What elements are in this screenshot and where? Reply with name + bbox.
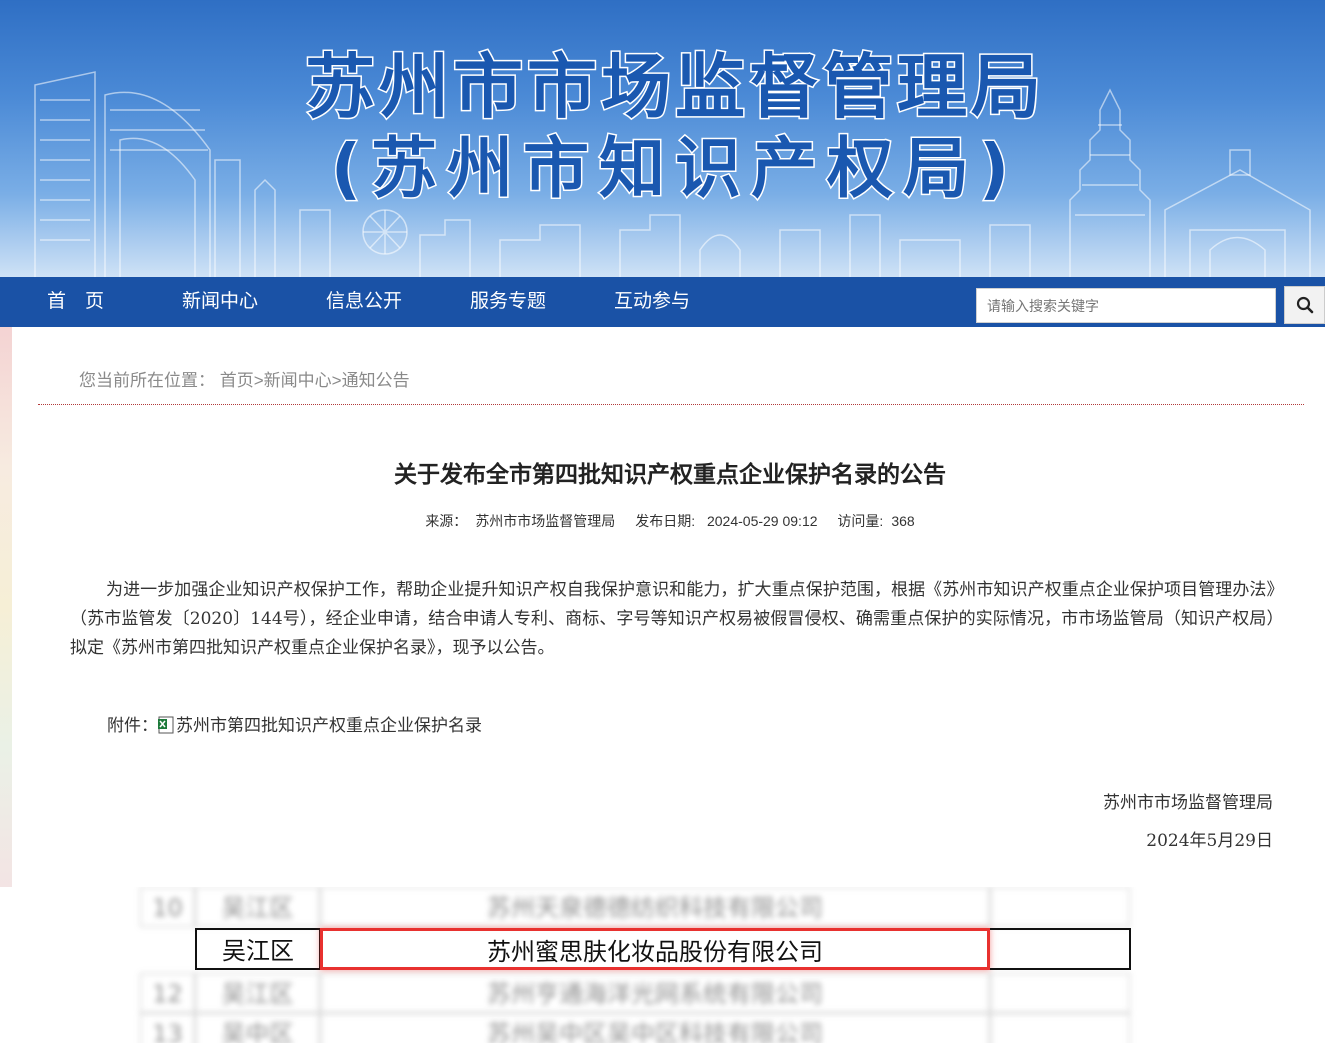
- side-decoration-strip: [0, 327, 12, 887]
- breadcrumb-separator: >: [331, 371, 342, 390]
- row-number: 12: [140, 973, 195, 1013]
- source-value: 苏州市市场监督管理局: [475, 513, 616, 529]
- breadcrumb-prefix: 您当前所在位置：: [79, 371, 215, 390]
- highlighted-table-row: 吴江区 苏州蜜思肤化妆品股份有限公司: [195, 928, 1131, 970]
- row-note: [990, 1013, 1130, 1043]
- row-number: 10: [140, 887, 195, 927]
- site-banner: 苏州市市场监督管理局 (苏州市知识产权局): [0, 0, 1325, 277]
- attachment-link[interactable]: 苏州市第四批知识产权重点企业保护名录: [176, 716, 482, 736]
- article-title: 关于发布全市第四批知识产权重点企业保护名录的公告: [394, 461, 946, 487]
- banner-subtitle: (苏州市知识产权局): [329, 129, 1020, 209]
- article-meta: 来源： 苏州市市场监督管理局 发布日期: 2024-05-29 09:12 访问量…: [0, 511, 1325, 531]
- breadcrumb-item-news[interactable]: 新闻中心: [264, 371, 332, 390]
- search-icon: [1296, 296, 1313, 314]
- attachment: 附件： 苏州市第四批知识产权重点企业保护名录: [107, 711, 482, 736]
- row-district: 吴江区: [195, 973, 320, 1013]
- signature-date: 2024年5月29日: [1146, 831, 1273, 851]
- breadcrumb-divider: [38, 404, 1304, 405]
- breadcrumb-item-home[interactable]: 首页: [220, 371, 254, 390]
- row-number: 13: [140, 1013, 195, 1043]
- views-label: 访问量:: [837, 513, 884, 529]
- row-district: 吴江区: [195, 887, 320, 927]
- excel-file-icon: [158, 716, 174, 734]
- row-note: [990, 973, 1130, 1013]
- highlight-note: [990, 928, 1131, 970]
- row-company: 苏州天泉德德纺织科技有限公司: [320, 887, 990, 927]
- highlight-company: 苏州蜜思肤化妆品股份有限公司: [320, 928, 990, 970]
- breadcrumb-item-notices[interactable]: 通知公告: [342, 371, 410, 390]
- table-row: 13 吴中区 苏州吴中区吴中区科技有限公司: [140, 1013, 1135, 1043]
- search-input[interactable]: [976, 288, 1276, 323]
- signature-org: 苏州市市场监督管理局: [1103, 793, 1273, 813]
- banner-title: 苏州市市场监督管理局: [304, 46, 1045, 128]
- row-company: 苏州吴中区吴中区科技有限公司: [320, 1013, 990, 1043]
- publish-date: 2024-05-29 09:12: [706, 513, 818, 529]
- breadcrumb-separator: >: [253, 371, 264, 390]
- row-note: [990, 887, 1130, 927]
- row-company: 苏州亨通海洋光网系统有限公司: [320, 973, 990, 1013]
- table-row: 12 吴江区 苏州亨通海洋光网系统有限公司: [140, 973, 1135, 1013]
- nav-item-home[interactable]: 首 页: [47, 277, 104, 327]
- attachment-label: 附件：: [107, 716, 158, 736]
- nav-item-services[interactable]: 服务专题: [470, 277, 546, 327]
- nav-item-interaction[interactable]: 互动参与: [614, 277, 690, 327]
- date-label: 发布日期:: [635, 513, 696, 529]
- source-label: 来源：: [425, 513, 468, 529]
- search-button[interactable]: [1284, 286, 1325, 324]
- highlight-district: 吴江区: [195, 928, 320, 970]
- view-count: 368: [891, 513, 915, 529]
- nav-item-news[interactable]: 新闻中心: [182, 277, 258, 327]
- row-district: 吴中区: [195, 1013, 320, 1043]
- nav-item-info-disclosure[interactable]: 信息公开: [326, 277, 402, 327]
- article-body: 为进一步加强企业知识产权保护工作，帮助企业提升知识产权自我保护意识和能力，扩大重…: [70, 580, 1275, 658]
- breadcrumb: 您当前所在位置： 首页>新闻中心>通知公告: [79, 366, 410, 391]
- table-row: 10 吴江区 苏州天泉德德纺织科技有限公司: [140, 887, 1135, 927]
